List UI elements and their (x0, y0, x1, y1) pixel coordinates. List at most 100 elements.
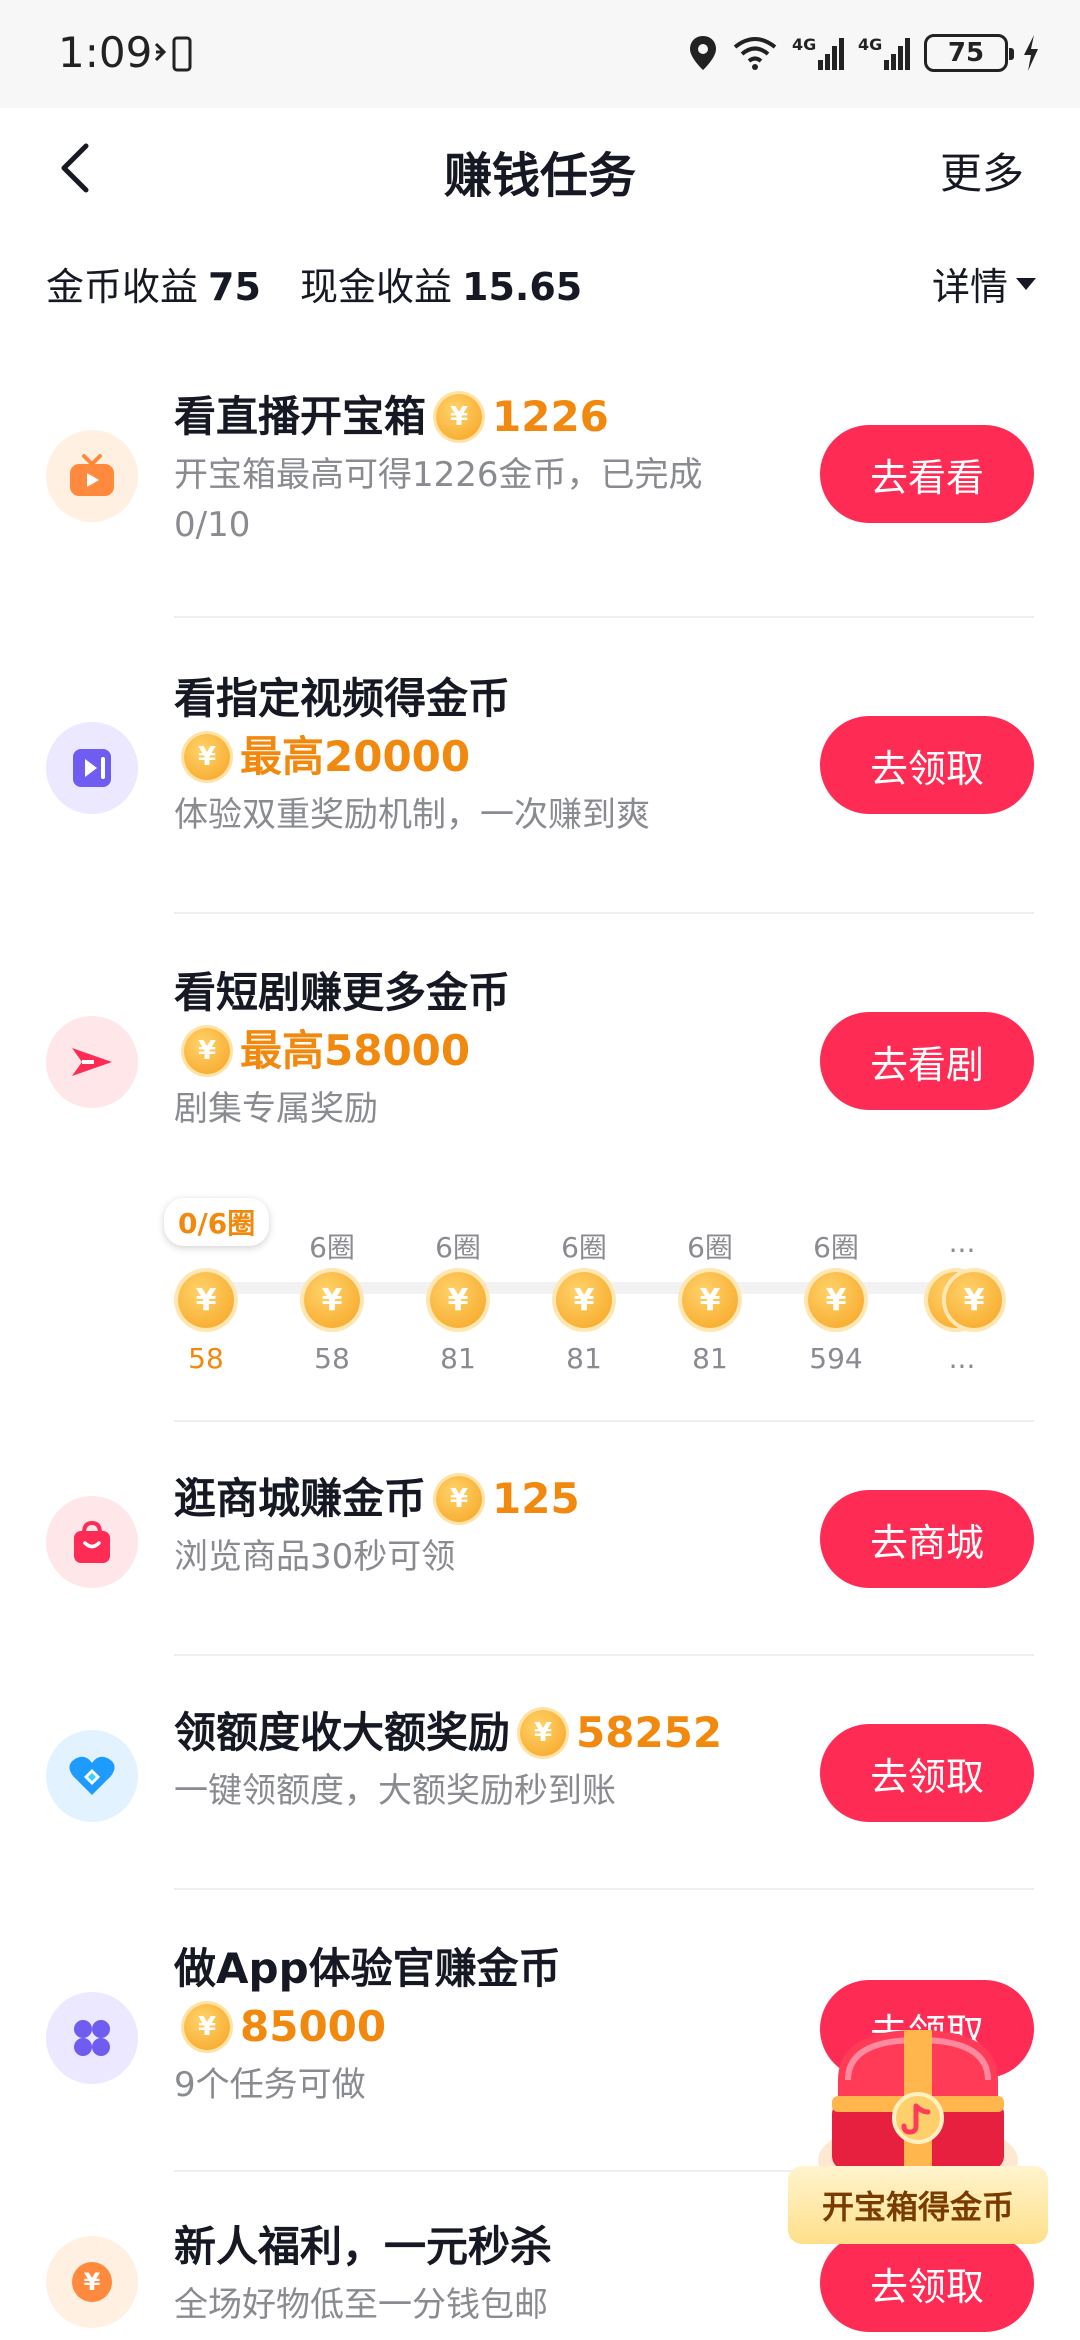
tv-icon (46, 430, 138, 522)
current-progress-bubble: 0/6圈 (164, 1198, 270, 1246)
status-time: 1:09 (58, 28, 153, 77)
svg-text:¥: ¥ (84, 2268, 101, 2296)
task-title-row: 领额度收大额奖励 ¥58252 (174, 1704, 794, 1762)
coin-earnings-label: 金币收益 (46, 265, 199, 309)
progress-node: 6圈 ¥ 81 (670, 1226, 750, 1375)
node-value: 58 (314, 1342, 350, 1375)
go-watch-drama-button[interactable]: 去看剧 (820, 1012, 1034, 1110)
progress-node: 6圈 ¥ 58 (292, 1226, 372, 1375)
task-description: 浏览商品30秒可领 (174, 1537, 456, 1577)
task-title: 领额度收大额奖励 (174, 1708, 511, 1757)
divider (174, 1420, 1034, 1422)
task-item-mall: 逛商城赚金币 ¥125 浏览商品30秒可领 去商城 (0, 1470, 1080, 1630)
task-title: 看直播开宝箱 (174, 392, 427, 441)
task-body: 新人福利，一元秒杀 全场好物低至一分钱包邮 (174, 2218, 774, 2330)
node-value: 58 (188, 1342, 224, 1375)
details-label: 详情 (931, 265, 1008, 309)
grid-flower-icon (46, 1992, 138, 2084)
task-title: 看短剧赚更多金币 (174, 968, 511, 1017)
stacked-coins: ¥ ¥ (922, 1266, 1002, 1328)
task-reward-value: 58252 (576, 1708, 723, 1757)
signal-4g-icon: 4G (792, 35, 844, 70)
task-body: 看直播开宝箱 ¥1226 开宝箱最高可得1226金币，已完成0/10 (174, 388, 774, 550)
task-reward: ¥125 (426, 1470, 580, 1528)
svg-text:4G: 4G (792, 35, 816, 54)
back-arrow-icon[interactable] (48, 138, 108, 198)
task-reward: ¥58252 (510, 1704, 722, 1762)
coin-icon: ¥ (520, 1710, 567, 1756)
charging-icon (1024, 35, 1038, 71)
node-value: ... (948, 1342, 976, 1375)
go-mall-button[interactable]: 去商城 (820, 1490, 1034, 1588)
status-bar: 1:09 4G 4G 75 (0, 0, 1080, 108)
task-body: 做App体验官赚金币 ¥85000 9个任务可做 (174, 1940, 774, 2110)
play-arrow-icon (46, 1016, 138, 1108)
divider (174, 616, 1034, 618)
wifi-icon (733, 37, 777, 70)
status-right-group: 4G 4G 75 (688, 30, 1040, 76)
task-body: 看指定视频得金币 ¥ 最高20000 体验双重奖励机制，一次赚到爽 (174, 670, 774, 840)
node-label: 6圈 (561, 1231, 607, 1264)
shopping-bag-icon (46, 1496, 138, 1588)
task-title-row: 逛商城赚金币 ¥125 (174, 1470, 774, 1528)
task-item-short-drama: 看短剧赚更多金币 ¥ 最高58000 剧集专属奖励 去看剧 (0, 964, 1080, 1184)
task-description: 剧集专属奖励 (174, 1089, 378, 1129)
claim-button[interactable]: 去领取 (820, 716, 1034, 814)
node-value: 594 (809, 1342, 863, 1375)
node-value: 81 (692, 1342, 728, 1375)
coin-earnings: 金币收益 75 (46, 256, 261, 311)
node-value: 81 (440, 1342, 476, 1375)
node-label: 6圈 (687, 1231, 733, 1264)
claim-button[interactable]: 去领取 (820, 1724, 1034, 1822)
progress-node: 6圈 ¥ 81 (418, 1226, 498, 1375)
details-button[interactable]: 详情 (932, 256, 1036, 311)
location-icon (690, 36, 716, 70)
video-icon (46, 722, 138, 814)
cash-earnings-label: 现金收益 (300, 265, 453, 309)
header: 赚钱任务 更多 (0, 108, 1080, 228)
progress-node: 6圈 ¥ 81 (544, 1226, 624, 1375)
battery-indicator: 75 (924, 34, 1014, 72)
divider (174, 912, 1034, 914)
coin-icon: ¥ (430, 1272, 486, 1328)
task-reward: ¥85000 (174, 1998, 386, 2056)
task-reward-value: 125 (492, 1474, 580, 1523)
more-button[interactable]: 更多 (940, 140, 1024, 201)
node-label: ... (948, 1226, 976, 1259)
task-reward-value: 最高20000 (240, 732, 471, 781)
task-title-row: 看直播开宝箱 ¥1226 (174, 388, 774, 446)
coin-icon: ¥ (682, 1272, 738, 1328)
episode-progress-track: ¥ 58 0/6圈 6圈 ¥ 58 6圈 ¥ 81 6圈 ¥ 81 6圈 ¥ 8… (164, 1190, 1014, 1380)
task-reward: ¥ 最高20000 (174, 728, 470, 786)
task-body: 看短剧赚更多金币 ¥ 最高58000 剧集专属奖励 (174, 964, 774, 1134)
chest-caption[interactable]: 开宝箱得金币 (788, 2166, 1048, 2244)
task-description: 全场好物低至一分钱包邮 (174, 2285, 548, 2325)
vibrate-icon (154, 36, 192, 72)
node-label: 6圈 (813, 1231, 859, 1264)
coin-icon: ¥ (436, 1476, 483, 1522)
task-reward: ¥ 最高58000 (174, 1022, 470, 1080)
yuan-icon: ¥ (46, 2236, 138, 2328)
page-title: 赚钱任务 (443, 148, 636, 204)
heart-diamond-icon (46, 1730, 138, 1822)
coin-icon: ¥ (178, 1272, 234, 1328)
task-description: 开宝箱最高可得1226金币，已完成0/10 (174, 455, 703, 545)
task-item-watch-video: 看指定视频得金币 ¥ 最高20000 体验双重奖励机制，一次赚到爽 去领取 (0, 668, 1080, 908)
task-description: 9个任务可做 (174, 2065, 366, 2105)
task-reward-value: 1226 (492, 392, 609, 441)
svg-text:4G: 4G (858, 35, 882, 54)
progress-node: 6圈 ¥ 594 (796, 1226, 876, 1375)
divider (174, 1888, 1034, 1890)
task-body: 逛商城赚金币 ¥125 浏览商品30秒可领 (174, 1470, 774, 1582)
task-title: 看指定视频得金币 (174, 674, 511, 723)
task-title: 做App体验官赚金币 (174, 1944, 561, 1993)
coin-icon: ¥ (436, 394, 483, 440)
coin-icon: ¥ (808, 1272, 864, 1328)
divider (174, 1654, 1034, 1656)
task-title: 新人福利，一元秒杀 (174, 2222, 553, 2271)
cash-earnings: 现金收益 15.65 (300, 256, 582, 311)
task-reward-value: 最高58000 (240, 1026, 471, 1075)
coin-icon: ¥ (304, 1272, 360, 1328)
node-label: 6圈 (309, 1231, 355, 1264)
go-watch-button[interactable]: 去看看 (820, 425, 1034, 523)
